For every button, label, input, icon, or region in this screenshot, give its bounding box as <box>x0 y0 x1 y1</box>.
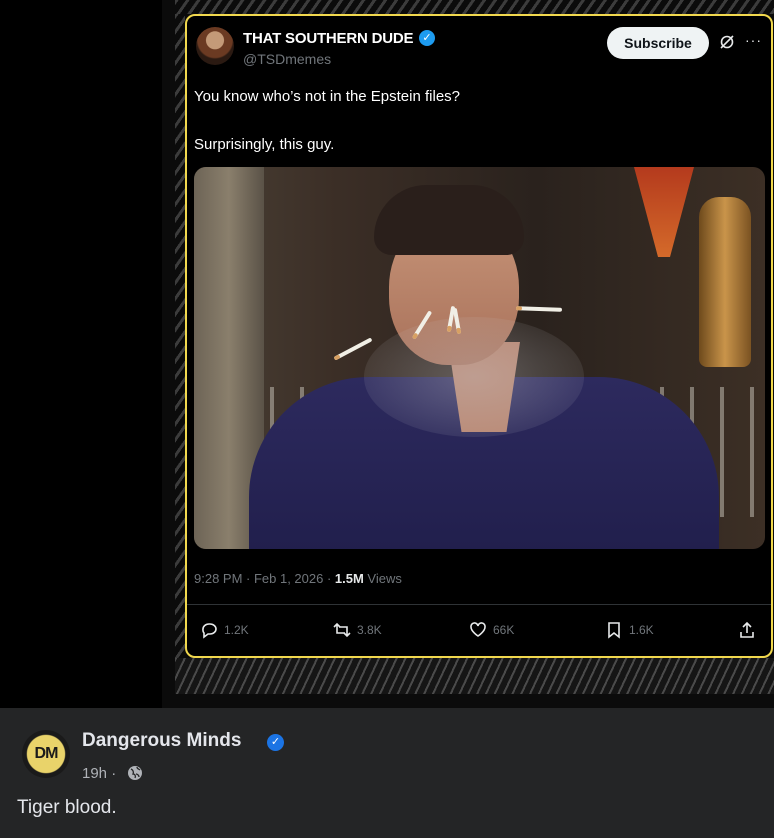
tweet-author-avatar <box>196 27 234 65</box>
tweet-screenshot: THAT SOUTHERN DUDE ✓ @TSDmemes Subscribe… <box>185 14 773 658</box>
share-icon <box>740 621 754 638</box>
photo-smoke <box>364 317 584 437</box>
tweet-meta: 9:28 PM · Feb 1, 2026 · 1.5M Views <box>194 571 402 586</box>
hatch-pattern-top <box>175 0 774 14</box>
tweet-text-line-1: You know who’s not in the Epstein files? <box>194 88 461 105</box>
hatch-pattern-bottom <box>175 658 774 694</box>
facebook-post-footer: DM Dangerous Minds ✓ 19h · Tiger blood. <box>0 708 774 838</box>
post-timestamp-link[interactable]: 19h · <box>82 765 116 782</box>
reply-action: 1.2K <box>200 620 249 640</box>
reply-icon <box>202 623 217 639</box>
tweet-views-label: Views <box>363 571 402 586</box>
photo-cigarette <box>515 306 563 312</box>
page-avatar-logo: DM <box>34 745 59 762</box>
subscribe-button: Subscribe <box>607 27 709 59</box>
bookmark-action: 1.6K <box>605 620 654 640</box>
reply-count: 1.2K <box>224 623 249 637</box>
verified-icon: ✓ <box>419 30 435 46</box>
tweet-text-line-2: Surprisingly, this guy. <box>194 136 335 153</box>
repost-icon <box>333 622 351 638</box>
tweet-timestamp: 9:28 PM · Feb 1, 2026 · <box>194 571 335 586</box>
repost-action: 3.8K <box>333 620 382 640</box>
page-name-link[interactable]: Dangerous Minds <box>82 730 241 752</box>
bookmark-count: 1.6K <box>629 623 654 637</box>
bookmark-icon <box>608 622 620 639</box>
tweet-author-handle: @TSDmemes <box>243 51 332 67</box>
post-caption: Tiger blood. <box>17 797 117 818</box>
globe-icon[interactable] <box>127 765 143 781</box>
like-icon <box>470 622 486 637</box>
photo-vase <box>699 197 751 367</box>
tweet-divider <box>187 604 771 605</box>
tweet-view-count: 1.5M <box>334 571 364 586</box>
hatch-pattern-left <box>175 14 185 659</box>
more-icon: ··· <box>745 32 762 48</box>
tweet-author-name: THAT SOUTHERN DUDE <box>243 30 414 47</box>
post-image[interactable]: THAT SOUTHERN DUDE ✓ @TSDmemes Subscribe… <box>0 0 774 708</box>
share-action <box>738 620 756 640</box>
photo-man-hair <box>374 185 524 255</box>
image-left-margin <box>0 0 162 708</box>
grok-icon <box>720 35 734 49</box>
photo-lamp <box>634 167 694 257</box>
photo-cigarette <box>333 337 373 361</box>
page-avatar[interactable]: DM <box>22 730 70 778</box>
like-count: 66K <box>493 623 515 637</box>
like-action: 66K <box>469 620 514 640</box>
repost-count: 3.8K <box>357 623 382 637</box>
fb-verified-icon: ✓ <box>267 734 284 751</box>
tweet-photo <box>194 167 765 549</box>
